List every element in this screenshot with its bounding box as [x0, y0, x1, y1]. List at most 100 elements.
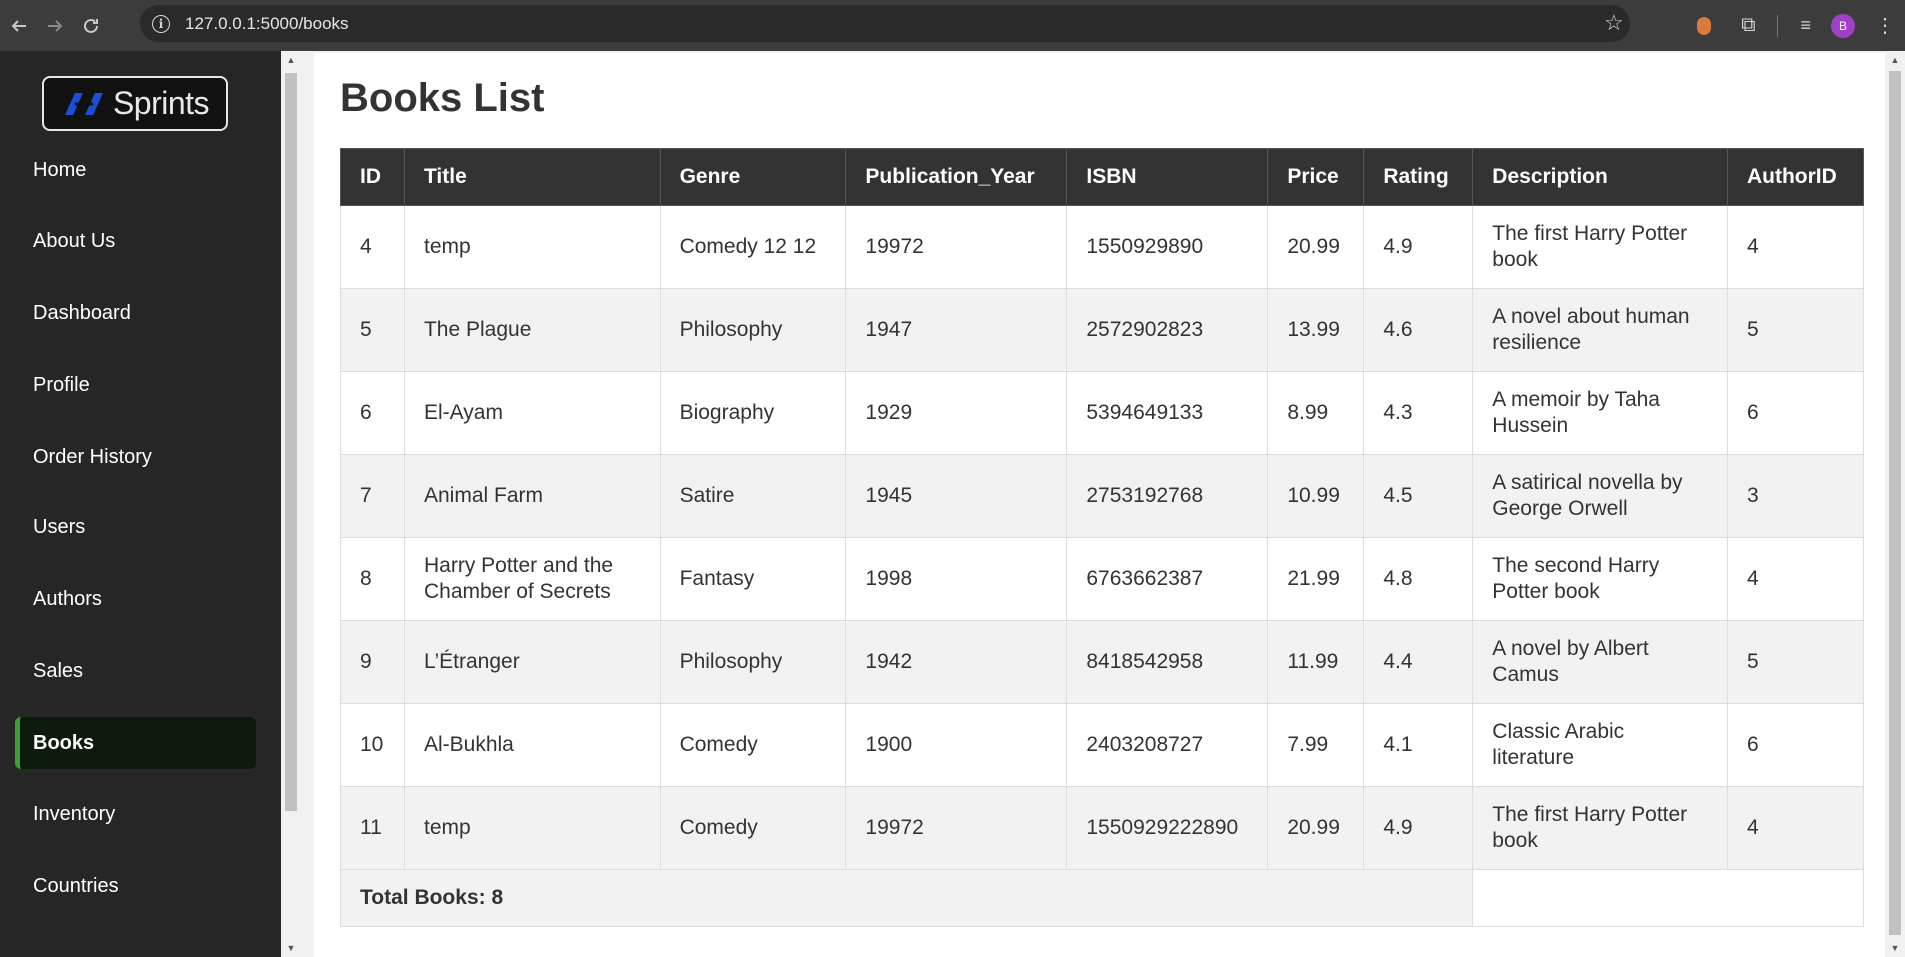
- page-scrollbar[interactable]: ▲ ▼: [1885, 51, 1905, 957]
- sidebar-item-inventory[interactable]: Inventory: [15, 788, 256, 840]
- cell-genre: Comedy: [659, 786, 847, 870]
- address-bar[interactable]: i 127.0.0.1:5000/books: [140, 5, 1630, 42]
- cell-id: 6: [340, 371, 405, 455]
- sidebar-item-users[interactable]: Users: [15, 501, 256, 553]
- toolbar-divider: [1777, 14, 1779, 37]
- cell-price: 11.99: [1267, 620, 1365, 704]
- cell-authorid: 5: [1726, 288, 1865, 372]
- page-scroll-thumb[interactable]: [1889, 71, 1901, 935]
- cell-publication-year: 19972: [845, 205, 1068, 289]
- cell-rating: 4.8: [1363, 537, 1474, 621]
- cell-publication-year: 1900: [845, 703, 1068, 787]
- sidebar-scrollbar[interactable]: ▲ ▼: [281, 51, 301, 957]
- logo-text: Sprints: [112, 85, 210, 121]
- scroll-down-arrow-icon[interactable]: ▼: [281, 943, 301, 953]
- cell-description: The second Harry Potter book: [1472, 537, 1728, 621]
- column-header-price: Price: [1267, 148, 1365, 206]
- sidebar-item-books[interactable]: Books: [15, 717, 256, 769]
- cell-price: 13.99: [1267, 288, 1365, 372]
- cell-publication-year: 1947: [845, 288, 1068, 372]
- cell-genre: Comedy 12 12: [659, 205, 847, 289]
- cell-genre: Comedy: [659, 703, 847, 787]
- logo-mark-icon: [64, 92, 103, 115]
- sidebar-item-profile[interactable]: Profile: [15, 359, 256, 411]
- column-header-description: Description: [1472, 148, 1728, 206]
- cell-isbn: 2753192768: [1066, 454, 1269, 538]
- table-body: 4 temp Comedy 12 12 19972 1550929890 20.99 4.9…: [340, 205, 1865, 870]
- footer-blank-cell: [1472, 869, 1864, 927]
- column-header-id: ID: [340, 148, 405, 206]
- sidebar-item-dashboard[interactable]: Dashboard: [15, 287, 256, 339]
- scroll-up-arrow-icon[interactable]: ▲: [281, 55, 301, 65]
- cell-isbn: 2572902823: [1066, 288, 1269, 372]
- cell-id: 9: [340, 620, 405, 704]
- cell-description: Classic Arabic literature: [1472, 703, 1728, 787]
- cell-isbn: 1550929222890: [1066, 786, 1269, 870]
- media-queue-icon[interactable]: ≡: [1800, 15, 1811, 36]
- books-table: ID Title Genre Publication_Year ISBN Price Rat…: [339, 148, 1865, 927]
- cell-publication-year: 1942: [845, 620, 1068, 704]
- cell-title: El-Ayam: [403, 371, 661, 455]
- cell-publication-year: 1945: [845, 454, 1068, 538]
- column-header-authorid: AuthorID: [1726, 148, 1865, 206]
- cell-genre: Satire: [659, 454, 847, 538]
- cell-authorid: 5: [1726, 620, 1865, 704]
- forward-icon[interactable]: [41, 12, 69, 40]
- sidebar-item-order-history[interactable]: Order History: [15, 431, 256, 483]
- cell-id: 4: [340, 205, 405, 289]
- scroll-up-arrow-icon[interactable]: ▲: [1885, 55, 1905, 65]
- back-icon[interactable]: [5, 12, 33, 40]
- cell-description: A novel by Albert Camus: [1472, 620, 1728, 704]
- site-info-icon[interactable]: i: [152, 14, 170, 33]
- sidebar-item-countries[interactable]: Countries: [15, 860, 256, 912]
- sprints-logo[interactable]: Sprints: [42, 76, 228, 131]
- cell-rating: 4.5: [1363, 454, 1474, 538]
- cell-rating: 4.6: [1363, 288, 1474, 372]
- cell-isbn: 6763662387: [1066, 537, 1269, 621]
- column-header-genre: Genre: [659, 148, 847, 206]
- page-title: Books List: [340, 76, 545, 120]
- sidebar-item-about-us[interactable]: About Us: [15, 215, 256, 267]
- sidebar-item-authors[interactable]: Authors: [15, 573, 256, 625]
- table-row: 7 Animal Farm Satire 1945 2753192768 10.99 4.5…: [340, 454, 1865, 538]
- cell-isbn: 5394649133: [1066, 371, 1269, 455]
- profile-avatar[interactable]: B: [1831, 13, 1855, 38]
- cell-id: 7: [340, 454, 405, 538]
- cell-price: 10.99: [1267, 454, 1365, 538]
- sidebar: Sprints Home About Us Dashboard Profile Orde…: [0, 51, 281, 957]
- content-panel: Books List ID Title Genre Publication_Year I…: [314, 53, 1885, 957]
- table-footer-row: Total Books: 8: [339, 869, 1864, 927]
- cell-authorid: 4: [1726, 537, 1865, 621]
- cell-authorid: 4: [1726, 205, 1865, 289]
- sidebar-item-home[interactable]: Home: [15, 144, 256, 196]
- cell-id: 11: [340, 786, 405, 870]
- cell-price: 20.99: [1267, 205, 1365, 289]
- cell-isbn: 2403208727: [1066, 703, 1269, 787]
- kebab-menu-icon[interactable]: ⋮: [1875, 13, 1895, 38]
- cell-isbn: 1550929890: [1066, 205, 1269, 289]
- cell-price: 7.99: [1267, 703, 1365, 787]
- cell-title: The Plague: [403, 288, 661, 372]
- cell-id: 8: [340, 537, 405, 621]
- browser-toolbar: i 127.0.0.1:5000/books ☆ ⧉ ≡ B ⋮: [0, 0, 1905, 51]
- main-content: Books List ID Title Genre Publication_Year I…: [301, 51, 1885, 957]
- sidebar-scroll-thumb[interactable]: [285, 73, 297, 811]
- cell-authorid: 6: [1726, 703, 1865, 787]
- bookmark-star-icon[interactable]: ☆: [1604, 10, 1624, 36]
- cell-title: Al-Bukhla: [403, 703, 661, 787]
- cell-rating: 4.9: [1363, 205, 1474, 289]
- cell-genre: Biography: [659, 371, 847, 455]
- sidebar-item-sales[interactable]: Sales: [15, 645, 256, 697]
- table-row: 9 L’Étranger Philosophy 1942 8418542958 11.99…: [340, 620, 1865, 704]
- extension-icon[interactable]: [1697, 16, 1712, 35]
- cell-rating: 4.3: [1363, 371, 1474, 455]
- extensions-puzzle-icon[interactable]: ⧉: [1741, 14, 1755, 37]
- cell-title: temp: [403, 205, 661, 289]
- cell-description: A memoir by Taha Hussein: [1472, 371, 1728, 455]
- url-text: 127.0.0.1:5000/books: [185, 13, 349, 33]
- table-row: 10 Al-Bukhla Comedy 1900 2403208727 7.99 4.1 Cl…: [340, 703, 1865, 787]
- table-header-row: ID Title Genre Publication_Year ISBN Price Rat…: [340, 148, 1865, 206]
- reload-icon[interactable]: [77, 12, 105, 40]
- cell-title: Animal Farm: [403, 454, 661, 538]
- scroll-down-arrow-icon[interactable]: ▼: [1885, 943, 1905, 953]
